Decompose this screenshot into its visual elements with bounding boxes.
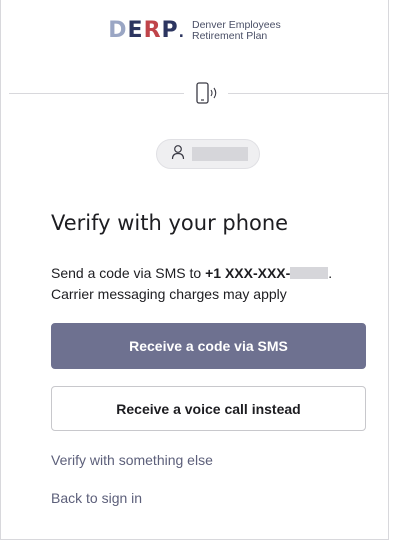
instructions-text: Send a code via SMS to +1 XXX-XXX-. Carr… <box>51 263 371 305</box>
back-to-sign-in-link[interactable]: Back to sign in <box>51 490 142 506</box>
phone-icon <box>184 78 228 108</box>
derp-logo: DERP. Denver Employees Retirement Plan <box>1 20 388 42</box>
sign-in-card: DERP. Denver Employees Retirement Plan V… <box>0 0 389 540</box>
logo-mark: DERP. <box>108 18 185 43</box>
receive-voice-call-button[interactable]: Receive a voice call instead <box>51 386 366 431</box>
verify-with-something-else-link[interactable]: Verify with something else <box>51 452 213 468</box>
logo-line-2: Retirement Plan <box>191 30 268 42</box>
carrier-charges-note: Carrier messaging charges may apply <box>51 286 287 302</box>
receive-sms-button[interactable]: Receive a code via SMS <box>51 323 366 369</box>
desc-suffix: . <box>328 265 333 281</box>
masked-phone-digits <box>290 267 329 279</box>
masked-username <box>192 147 248 161</box>
user-icon <box>171 144 185 165</box>
desc-prefix: Send a code via SMS to <box>51 265 206 281</box>
logo-text: Denver Employees Retirement Plan <box>192 20 281 42</box>
page-title: Verify with your phone <box>51 211 289 235</box>
user-identifier-pill <box>156 139 260 169</box>
phone-number: +1 XXX-XXX- <box>205 265 291 281</box>
